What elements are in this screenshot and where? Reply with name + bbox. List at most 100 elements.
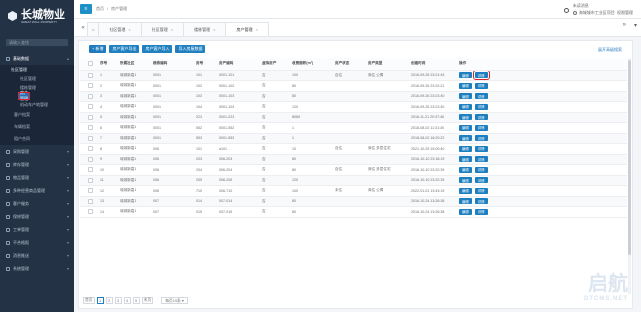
detail-button[interactable]: 详情: [474, 82, 488, 89]
edit-button[interactable]: 编辑: [459, 177, 472, 184]
row-checkbox[interactable]: [88, 188, 93, 194]
sidebar-item-customer-service[interactable]: 客户服务 ▾: [0, 197, 74, 210]
page-4[interactable]: 4: [123, 297, 131, 304]
page-1[interactable]: 1: [96, 297, 104, 304]
row-checkbox[interactable]: [88, 198, 93, 204]
sidebar-search-input[interactable]: 请输入查找: [6, 39, 68, 46]
submenu-item-property[interactable]: 房产管理: [18, 90, 30, 101]
table-scrollbar[interactable]: [628, 58, 631, 294]
detail-button[interactable]: 详情: [474, 208, 488, 215]
page-last-button[interactable]: 末页: [141, 297, 154, 304]
edit-button[interactable]: 编辑: [459, 145, 472, 152]
detail-button[interactable]: 详情: [474, 93, 488, 100]
detail-button[interactable]: 详情: [474, 156, 488, 163]
page-first-button[interactable]: 首页: [83, 297, 95, 304]
clock-icon[interactable]: [563, 8, 569, 13]
add-button[interactable]: + 新增: [89, 45, 107, 53]
table-row[interactable]: 8 城城新嘉1 006 101 a101 否 10 自住 商住 多层住宅 2021-10-29 1…: [80, 143, 627, 155]
close-icon[interactable]: ×: [128, 27, 130, 32]
edit-button[interactable]: 编辑: [459, 93, 472, 100]
page-3[interactable]: 3: [114, 297, 122, 304]
submenu-item-lease-contract[interactable]: 租户合同: [0, 133, 74, 145]
edit-button[interactable]: 编辑: [459, 135, 472, 142]
sidebar-item-work-order[interactable]: 工单管理 ▾: [0, 223, 74, 236]
table-row[interactable]: 3 城城新嘉1 0001 103 0001-103 否 80 2016-09-26 23:23…: [80, 91, 627, 102]
submenu-item-community[interactable]: 社区管理: [0, 74, 74, 83]
close-icon[interactable]: ×: [255, 27, 257, 32]
tab-community-2[interactable]: 社区管理 ×: [140, 22, 185, 36]
table-row[interactable]: 13 城城新嘉1 007 014 007-014 否 80 2016-10-24 13:26:…: [80, 196, 627, 207]
edit-button[interactable]: 编辑: [459, 166, 472, 173]
edit-button[interactable]: 编辑: [459, 72, 472, 79]
scrollbar-thumb[interactable]: [628, 60, 631, 255]
edit-button[interactable]: 编辑: [459, 103, 472, 110]
table-row[interactable]: 6 城城新嘉1 0001 552 0001-552 否 1 2018-08-02 11:31:…: [80, 122, 627, 134]
edit-button[interactable]: 编辑: [459, 156, 472, 163]
page-2[interactable]: 2: [105, 297, 113, 304]
unread-messages[interactable]: 未读消息: [573, 3, 633, 9]
submenu-head-community[interactable]: 社区管理: [0, 65, 74, 74]
row-checkbox[interactable]: [88, 93, 93, 99]
tab-property[interactable]: 房产管理 ×: [225, 22, 269, 36]
select-all-checkbox[interactable]: [88, 61, 93, 67]
sidebar-item-base-data[interactable]: 基础数据 ▴: [0, 52, 74, 65]
detail-button[interactable]: 详情: [474, 198, 488, 205]
sidebar-item-purchase[interactable]: 采购管理 ▾: [0, 145, 74, 158]
row-checkbox[interactable]: [88, 135, 93, 141]
submenu-item-building[interactable]: 楼栋管理: [0, 83, 74, 92]
edit-button[interactable]: 编辑: [459, 208, 472, 215]
edit-button[interactable]: 编辑: [459, 124, 472, 131]
table-row[interactable]: 14 城城新嘉1 007 015 007-015 否 80 2016-10-24 13:26:…: [80, 206, 627, 218]
tab-building[interactable]: 楼栋管理 ×: [183, 22, 227, 36]
detail-button[interactable]: 详情: [472, 70, 491, 80]
export-button[interactable]: 房产客户导出: [109, 45, 140, 53]
table-row[interactable]: 10 城城新嘉1 006 204 006-204 否 80 自住 商住 多层住宅 2016-10-…: [80, 164, 627, 176]
detail-button[interactable]: 详情: [474, 103, 488, 110]
table-row[interactable]: 12 城城新嘉1 006 710 006-710 否 100 未住 商住 公寓 2022-01-0…: [80, 185, 627, 197]
submenu-item-parking[interactable]: 机动车产地管理: [0, 100, 74, 109]
detail-button[interactable]: 详情: [474, 135, 488, 142]
sidebar-item-inventory[interactable]: 库存管理 ▾: [0, 158, 74, 171]
table-row[interactable]: 11 城城新嘉1 006 205 006-205 否 120 2016-10-10 23:22…: [80, 175, 627, 186]
detail-button[interactable]: 详情: [474, 124, 488, 131]
detail-button[interactable]: 详情: [474, 114, 488, 121]
row-checkbox[interactable]: [88, 125, 93, 131]
import-house-button[interactable]: 导入房屋数据: [175, 45, 206, 53]
table-row[interactable]: 9 城城新嘉1 006 203 006-203 否 80 2016-10-10 23:18:1…: [80, 154, 627, 165]
page-size-select[interactable]: 每页15条 ▾: [161, 297, 188, 304]
row-checkbox[interactable]: [88, 72, 93, 78]
detail-button[interactable]: 详情: [474, 187, 488, 194]
sidebar-item-message-push[interactable]: 消息推送 ▾: [0, 249, 74, 262]
detail-button[interactable]: 详情: [474, 145, 488, 152]
tab-scroll-right-icon[interactable]: »: [623, 22, 626, 29]
menu-toggle-button[interactable]: ≡: [80, 4, 92, 14]
submenu-item-customer-file[interactable]: 客户档案: [0, 109, 74, 121]
row-checkbox[interactable]: [88, 167, 93, 173]
row-checkbox[interactable]: [88, 156, 93, 162]
sidebar-item-repair[interactable]: 保修管理 ▾: [0, 210, 74, 223]
table-row[interactable]: 2 城城新嘉1 0001 102 0001-102 否 80 2016-09-26 23:22…: [80, 80, 627, 92]
row-checkbox[interactable]: [88, 209, 93, 215]
edit-button[interactable]: 编辑: [459, 187, 472, 194]
select-all-header[interactable]: [80, 58, 98, 71]
table-row[interactable]: 4 城城新嘉1 0001 104 0001-104 否 120 2016-09-26 23:2…: [80, 101, 627, 113]
detail-button[interactable]: 详情: [474, 177, 488, 184]
row-checkbox[interactable]: [88, 114, 93, 120]
sidebar-item-multi-business[interactable]: 多种经营商品管理 ▾: [0, 184, 74, 197]
table-row[interactable]: 7 城城新嘉1 0001 553 0001-553 否 1 2018-08-02 16:20:…: [80, 133, 627, 144]
user-menu[interactable]: 权限管理: [617, 10, 633, 15]
page-5[interactable]: 5: [132, 297, 140, 304]
org-name[interactable]: 海城城市工业区项目: [579, 10, 615, 15]
tab-community-1[interactable]: 社区管理 ×: [98, 22, 142, 36]
edit-button[interactable]: 编辑: [459, 114, 472, 121]
table-row[interactable]: 1 城城新嘉1 0001 101 0001-101 否 100 自住 商住 公寓 2016-09-…: [80, 70, 627, 81]
detail-button[interactable]: 详情: [474, 166, 488, 173]
row-checkbox[interactable]: [88, 83, 93, 89]
row-checkbox[interactable]: [88, 146, 93, 152]
advanced-search-link[interactable]: 展开高级搜索: [598, 47, 622, 53]
close-icon[interactable]: ×: [213, 27, 215, 32]
row-checkbox[interactable]: [88, 177, 93, 183]
edit-button[interactable]: 编辑: [459, 82, 472, 89]
breadcrumb-home[interactable]: 首页: [96, 6, 104, 12]
sidebar-item-system[interactable]: 系统管理 ▾: [0, 262, 74, 275]
